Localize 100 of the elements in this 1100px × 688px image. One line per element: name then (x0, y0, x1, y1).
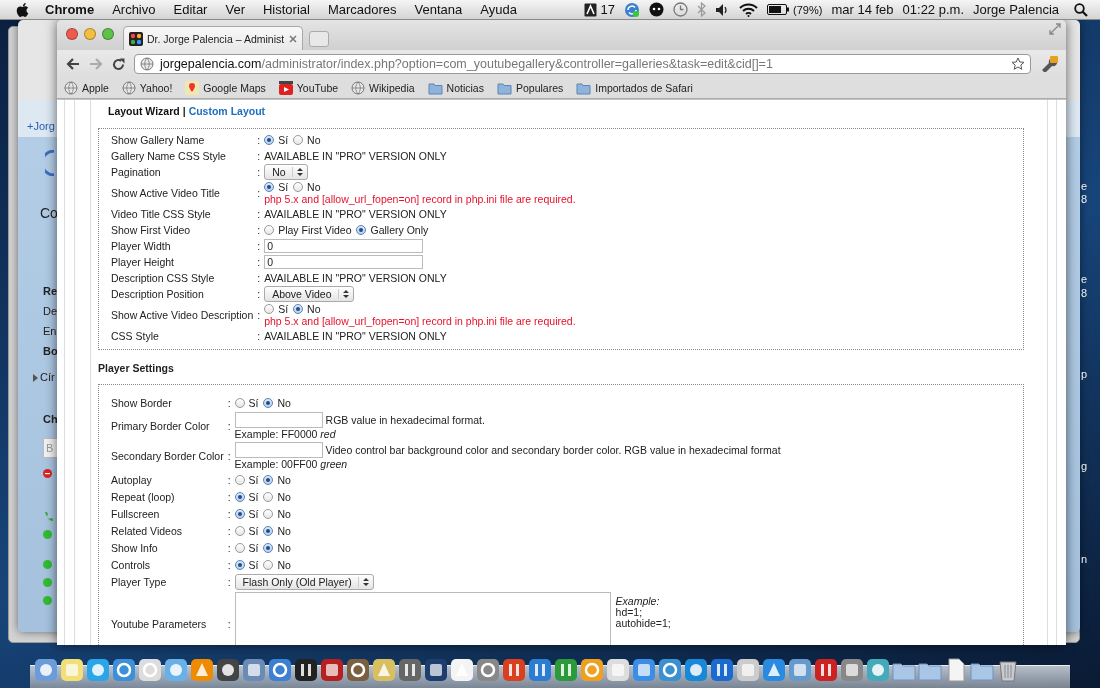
input-field[interactable]: 0 (264, 238, 424, 253)
radio-button[interactable] (293, 182, 304, 192)
back-arrow-icon[interactable] (66, 58, 80, 70)
radio-option[interactable]: Sí (234, 490, 259, 503)
search-icon[interactable] (1074, 2, 1088, 17)
app-icon[interactable] (840, 658, 864, 682)
apple-logo-icon[interactable] (16, 1, 30, 18)
radio-button[interactable] (264, 224, 275, 235)
browser-tab[interactable]: Dr. Jorge Palencia – Administ (123, 26, 303, 50)
radio-button[interactable] (234, 525, 245, 536)
menu-item[interactable]: Marcadores (318, 2, 406, 17)
section-label[interactable]: Ch (43, 413, 58, 425)
address-bar[interactable]: jorgepalencia.com/administrator/index.php?option=com_youtubegallery&controller=galleries&task=edit&cid[]=1 (134, 54, 1031, 74)
app-icon[interactable] (424, 658, 448, 682)
app-icon[interactable] (320, 658, 344, 682)
app-icon[interactable] (554, 658, 578, 682)
radio-button[interactable] (293, 134, 304, 145)
bookmark-item[interactable]: Yahoo! (121, 81, 173, 95)
app-icon[interactable] (814, 658, 838, 682)
dropdown[interactable]: Flash Only (Old Player) (234, 574, 374, 590)
app-icon[interactable] (788, 658, 812, 682)
desktop-icon-label[interactable]: e (1081, 180, 1088, 192)
close-window-button[interactable] (66, 28, 78, 40)
radio-option[interactable]: No (263, 490, 291, 503)
radio-option[interactable]: Sí (234, 473, 259, 486)
app-icon[interactable] (684, 658, 708, 682)
radio-button[interactable] (293, 304, 304, 314)
wrench-icon[interactable] (1040, 56, 1058, 72)
app-icon[interactable] (866, 658, 890, 682)
app-icon[interactable] (606, 658, 630, 682)
radio-option[interactable]: No (263, 524, 291, 537)
disclosure-triangle-icon[interactable] (33, 374, 38, 382)
app-icon[interactable] (398, 658, 422, 682)
radio-option[interactable]: Sí (234, 541, 259, 554)
app-icon[interactable] (372, 658, 396, 682)
app-icon[interactable] (658, 658, 682, 682)
radio-option[interactable]: Gallery Only (356, 223, 429, 236)
nav-item[interactable]: En (43, 325, 57, 337)
color-input-field[interactable] (234, 412, 323, 428)
desktop-icon-label[interactable]: p (1081, 368, 1088, 380)
bookmark-item[interactable]: Importados de Safari (576, 81, 693, 95)
bookmark-item[interactable]: Noticias (427, 81, 484, 95)
dropdown[interactable]: No (264, 164, 308, 180)
menu-item[interactable]: Editar (164, 2, 217, 17)
app-icon[interactable] (580, 658, 604, 682)
radio-option[interactable]: Sí (264, 133, 289, 146)
reload-icon[interactable] (112, 57, 125, 71)
radio-button[interactable] (264, 134, 275, 145)
dropdown[interactable]: Above Video (264, 286, 354, 302)
layout-tab-link[interactable]: Layout Wizard (108, 105, 180, 118)
clock-icon[interactable] (673, 2, 689, 17)
app-icon[interactable] (762, 658, 786, 682)
sync-icon[interactable] (624, 1, 641, 18)
radio-button[interactable] (263, 491, 274, 502)
radio-option[interactable]: Sí (234, 524, 259, 537)
radio-option[interactable]: No (263, 396, 291, 409)
menu-item[interactable]: Archivo (103, 2, 165, 17)
section-label[interactable]: Re (43, 285, 58, 297)
radio-button[interactable] (264, 182, 275, 192)
radio-button[interactable] (234, 491, 245, 502)
zoom-window-button[interactable] (102, 28, 114, 40)
radio-option[interactable]: No (293, 133, 321, 146)
app-icon[interactable] (502, 658, 526, 682)
user-name[interactable]: Jorge Palencia (973, 2, 1059, 17)
radio-button[interactable] (234, 508, 245, 519)
radio-button[interactable] (263, 474, 274, 485)
app-icon[interactable] (632, 658, 656, 682)
radio-option[interactable]: Sí (264, 181, 289, 193)
menu-item[interactable]: Ayuda (471, 2, 526, 17)
app-icon[interactable] (294, 658, 318, 682)
radio-button[interactable] (263, 542, 274, 553)
menu-item[interactable]: Ver (216, 2, 254, 17)
menu-item[interactable]: Ventana (405, 2, 472, 17)
desktop-icon-label[interactable]: 8 (1081, 193, 1088, 205)
battery-icon[interactable] (767, 4, 790, 15)
app-icon[interactable] (34, 658, 58, 682)
profile-link[interactable]: +Jorg (27, 120, 55, 132)
nav-item[interactable]: De (43, 305, 58, 317)
menu-item[interactable]: Historial (253, 2, 319, 17)
radio-button[interactable] (234, 542, 245, 553)
group-item[interactable]: Cír (40, 371, 55, 383)
radio-button[interactable] (263, 397, 274, 408)
radio-option[interactable]: Play First Video (264, 223, 352, 236)
app-icon[interactable] (736, 658, 760, 682)
radio-button[interactable] (264, 304, 275, 314)
app-icon[interactable] (450, 658, 474, 682)
radio-option[interactable]: No (263, 541, 291, 554)
color-input-field[interactable] (234, 442, 323, 458)
bookmark-item[interactable]: Populares (496, 81, 564, 95)
bookmark-item[interactable]: YouTube (278, 81, 339, 95)
layout-tab-link[interactable]: Custom Layout (188, 105, 266, 118)
radio-option[interactable]: Sí (234, 396, 259, 409)
radio-button[interactable] (263, 508, 274, 519)
bookmark-item[interactable]: Wikipedia (351, 81, 415, 95)
radio-option[interactable]: Sí (234, 558, 259, 571)
input-field[interactable]: 0 (264, 254, 424, 269)
app-icon[interactable] (268, 658, 292, 682)
app-icon[interactable] (86, 658, 110, 682)
date-text[interactable]: mar 14 feb (831, 2, 894, 17)
radio-button[interactable] (234, 397, 245, 408)
